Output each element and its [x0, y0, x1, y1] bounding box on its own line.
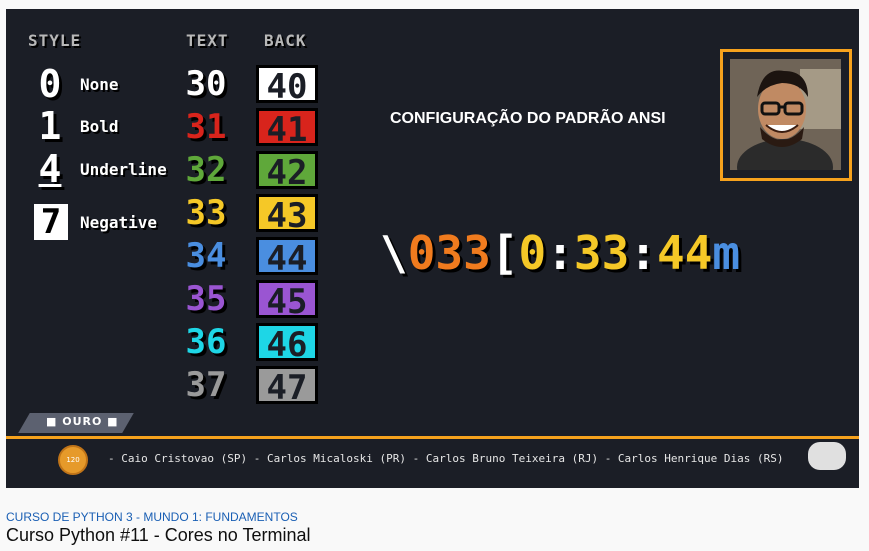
presenter-image	[730, 59, 841, 170]
escape-sequence-part: m	[712, 226, 741, 280]
escape-sequence-part: 33	[573, 226, 630, 280]
escape-sequence: \033[0:33:44m	[380, 228, 740, 278]
text-color-code: 37	[185, 365, 227, 405]
background-color-code: 44	[256, 237, 318, 278]
style-label: Underline	[80, 159, 167, 179]
style-header: STYLE	[28, 31, 82, 50]
webcam-frame	[720, 49, 852, 181]
back-header: BACK	[264, 31, 307, 50]
medal-icon: 120	[58, 445, 88, 475]
medal-number: 120	[66, 456, 80, 464]
background-color-code: 40	[256, 65, 318, 106]
style-row: 7 Negative	[32, 202, 157, 242]
text-color-code: 31	[185, 107, 227, 147]
escape-sequence-part: 033	[407, 226, 491, 280]
tier-name: OURO	[62, 415, 103, 428]
escape-sequence-part: :	[629, 226, 657, 280]
style-row: 4 Underline	[32, 149, 167, 189]
style-number: 4	[38, 147, 62, 191]
style-label: Bold	[80, 116, 119, 136]
text-color-code: 33	[185, 193, 227, 233]
escape-sequence-part: 44	[657, 226, 713, 280]
text-color-code: 32	[185, 150, 227, 190]
supporters-ticker: - Caio Cristovao (SP) - Carlos Micaloski…	[108, 452, 784, 465]
background-color-code: 47	[256, 366, 318, 407]
text-header: TEXT	[186, 31, 229, 50]
style-number: 7	[34, 204, 68, 240]
escape-sequence-part: :	[546, 226, 574, 280]
style-label: Negative	[80, 212, 158, 232]
text-color-code: 36	[185, 322, 227, 362]
style-label: None	[80, 74, 119, 94]
video-player[interactable]: STYLE TEXT BACK 0 None 1 Bold 4 Underlin…	[6, 9, 859, 488]
escape-sequence-part: [	[490, 226, 519, 280]
divider-line	[6, 436, 859, 439]
background-color-code: 46	[256, 323, 318, 364]
background-color-code: 42	[256, 151, 318, 192]
text-color-code: 30	[185, 64, 227, 104]
ansi-title: CONFIGURAÇÃO DO PADRÃO ANSI	[390, 110, 666, 127]
style-row: 1 Bold	[32, 106, 119, 146]
background-color-code: 45	[256, 280, 318, 321]
background-color-code: 43	[256, 194, 318, 235]
text-color-code: 35	[185, 279, 227, 319]
style-number: 0	[38, 62, 62, 106]
course-playlist-link[interactable]: CURSO DE PYTHON 3 - MUNDO 1: FUNDAMENTOS	[6, 510, 298, 524]
video-title[interactable]: Curso Python #11 - Cores no Terminal	[6, 525, 310, 546]
tier-badge-label: ■ OURO ■	[46, 415, 119, 428]
speech-bubble-icon	[808, 442, 846, 470]
text-color-code: 34	[185, 236, 227, 276]
escape-sequence-part: 0	[518, 226, 547, 280]
escape-sequence-part: \	[380, 226, 408, 280]
background-color-code: 41	[256, 108, 318, 149]
style-number: 1	[38, 104, 62, 148]
style-row: 0 None	[32, 64, 119, 104]
